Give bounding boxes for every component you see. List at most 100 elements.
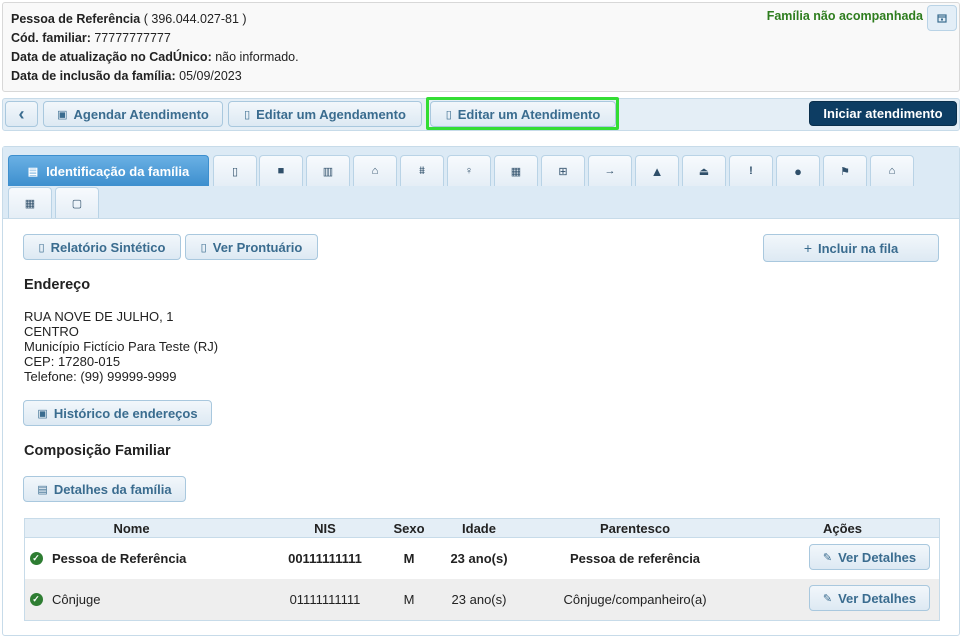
clipboard-icon: ▯ [200, 241, 207, 254]
check-icon: ✓ [29, 593, 43, 606]
view-record-button[interactable]: ▯ Ver Prontuário [185, 234, 318, 260]
col-sex: Sexo [393, 520, 425, 536]
address-history-label: Histórico de endereços [53, 405, 198, 421]
plus-icon: + [803, 240, 812, 256]
synthetic-report-button[interactable]: ▯ Relatório Sintético [23, 234, 181, 260]
action-toolbar: ‹ ▣ Agendar Atendimento ▯ Editar um Agen… [2, 98, 960, 131]
table-header: Nome NIS Sexo Idade Parentesco Ações [25, 519, 939, 538]
reference-person-line: Pessoa de Referência ( 396.044.027-81 ) [11, 12, 247, 26]
address-neighborhood: CENTRO [24, 324, 79, 339]
tab-book[interactable]: ■ [259, 155, 303, 186]
address-street: RUA NOVE DE JULHO, 1 [24, 309, 174, 324]
member-name: Pessoa de Referência [52, 551, 187, 566]
tab-info[interactable]: ● [776, 155, 820, 186]
info-icon: ● [794, 163, 802, 179]
family-code-line: Cód. familiar: 77777777777 [11, 31, 171, 45]
add-to-queue-label: Incluir na fila [818, 240, 899, 256]
start-attendance-button[interactable]: Iniciar atendimento [809, 101, 957, 126]
address-history-button[interactable]: ▣ Histórico de endereços [23, 400, 212, 426]
tab-bank[interactable]: ⩩ [400, 155, 444, 186]
pencil-icon: ✎ [822, 551, 833, 564]
calendar-icon: ▣ [37, 407, 48, 420]
check-icon: ✓ [29, 552, 43, 565]
tab-family-identification[interactable]: ▤ Identificação da família [8, 155, 209, 186]
tab-house[interactable]: ⌂ [870, 155, 914, 186]
exclamation-icon: ! [749, 165, 753, 177]
view-details-button[interactable]: ✎ Ver Detalhes [809, 544, 930, 570]
tab-arrow[interactable]: → [588, 155, 632, 186]
follow-up-status: Família não acompanhada [766, 9, 923, 23]
warning-icon: ▲ [650, 163, 664, 179]
member-nis: 00111111111 [288, 551, 362, 566]
address-cep: CEP: 17280-015 [24, 354, 121, 369]
tab-exclamation[interactable]: ! [729, 155, 773, 186]
inclusion-date-value: 05/09/2023 [179, 69, 242, 83]
member-relation: Cônjuge/companheiro(a) [563, 592, 707, 607]
inclusion-date-label: Data de inclusão da família: [11, 69, 176, 83]
tab-flag[interactable]: ⚑ [823, 155, 867, 186]
edit-schedule-label: Editar um Agendamento [256, 106, 406, 122]
family-details-button[interactable]: ▤ Detalhes da família [23, 476, 186, 502]
pencil-icon: ✎ [822, 592, 833, 605]
family-code-value: 77777777777 [94, 31, 171, 45]
address-title: Endereço [24, 277, 91, 293]
table-row: ✓ Pessoa de Referência 00111111111 M 23 … [25, 538, 939, 579]
calendar-icon [937, 14, 947, 23]
status-check: ✓ [29, 579, 43, 620]
status-check: ✓ [29, 538, 43, 579]
tab-cart[interactable]: ⊞ [541, 155, 585, 186]
view-details-button[interactable]: ✎ Ver Detalhes [809, 585, 930, 611]
grid-icon: ▦ [510, 165, 522, 178]
columns-icon: ▥ [322, 165, 334, 178]
schedule-attendance-button[interactable]: ▣ Agendar Atendimento [43, 101, 223, 127]
tab-strip: ▤ Identificação da família ▯ ■ ▥ ⌂ ⩩ ♀ ▦… [3, 147, 959, 219]
member-nis: 01111111111 [289, 592, 361, 607]
tab-file[interactable]: ▢ [55, 187, 99, 218]
calendar-button[interactable] [927, 5, 957, 31]
family-code-label: Cód. familiar: [11, 31, 91, 45]
family-details-label: Detalhes da família [53, 481, 172, 497]
file-icon: ▢ [71, 197, 83, 210]
tab-warning[interactable]: ▲ [635, 155, 679, 186]
tab-user[interactable]: ⏏ [682, 155, 726, 186]
table-row: ✓ Cônjuge 01111111111 M 23 ano(s) Cônjug… [25, 579, 939, 620]
tab-columns[interactable]: ▥ [306, 155, 350, 186]
update-date-label: Data de atualização no CadÚnico: [11, 50, 212, 64]
col-nis: NIS [314, 520, 336, 536]
member-name: Cônjuge [52, 592, 101, 607]
view-details-label: Ver Detalhes [838, 549, 917, 565]
tab-table[interactable]: ▦ [8, 187, 52, 218]
tab-lightbulb[interactable]: ♀ [447, 155, 491, 186]
id-card-icon: ▤ [27, 165, 39, 178]
house-icon: ⌂ [888, 165, 896, 177]
cart-icon: ⊞ [558, 165, 568, 178]
view-record-label: Ver Prontuário [212, 239, 303, 255]
update-date-value: não informado. [215, 50, 299, 64]
col-actions: Ações [822, 520, 863, 536]
tab-family-identification-label: Identificação da família [46, 163, 190, 179]
flag-icon: ⚑ [840, 165, 850, 178]
schedule-attendance-label: Agendar Atendimento [73, 106, 209, 122]
calendar-icon: ▣ [57, 108, 68, 121]
book-icon: ■ [277, 165, 285, 177]
family-composition-title: Composição Familiar [24, 443, 171, 459]
edit-schedule-button[interactable]: ▯ Editar um Agendamento [228, 101, 422, 127]
member-sex: M [403, 551, 415, 566]
tab-grid[interactable]: ▦ [494, 155, 538, 186]
tab-home[interactable]: ⌂ [353, 155, 397, 186]
chevron-left-icon: ‹ [18, 104, 25, 124]
add-to-queue-button[interactable]: + Incluir na fila [763, 234, 939, 262]
home-icon: ⌂ [371, 165, 379, 177]
edit-attendance-button[interactable]: ▯ Editar um Atendimento [430, 101, 616, 127]
tab-clipboard[interactable]: ▯ [213, 155, 257, 186]
arrow-icon: → [604, 165, 616, 177]
address-block: RUA NOVE DE JULHO, 1 CENTRO Município Fi… [24, 309, 218, 384]
address-phone: Telefone: (99) 99999-9999 [24, 369, 177, 384]
family-info-box: Pessoa de Referência ( 396.044.027-81 ) … [2, 2, 960, 92]
back-button[interactable]: ‹ [5, 101, 38, 127]
reference-label: Pessoa de Referência [11, 12, 141, 26]
address-city: Município Fictício Para Teste (RJ) [24, 339, 219, 354]
clipboard-icon: ▯ [445, 108, 452, 121]
view-details-label: Ver Detalhes [838, 590, 917, 606]
inclusion-date-line: Data de inclusão da família: 05/09/2023 [11, 69, 242, 83]
